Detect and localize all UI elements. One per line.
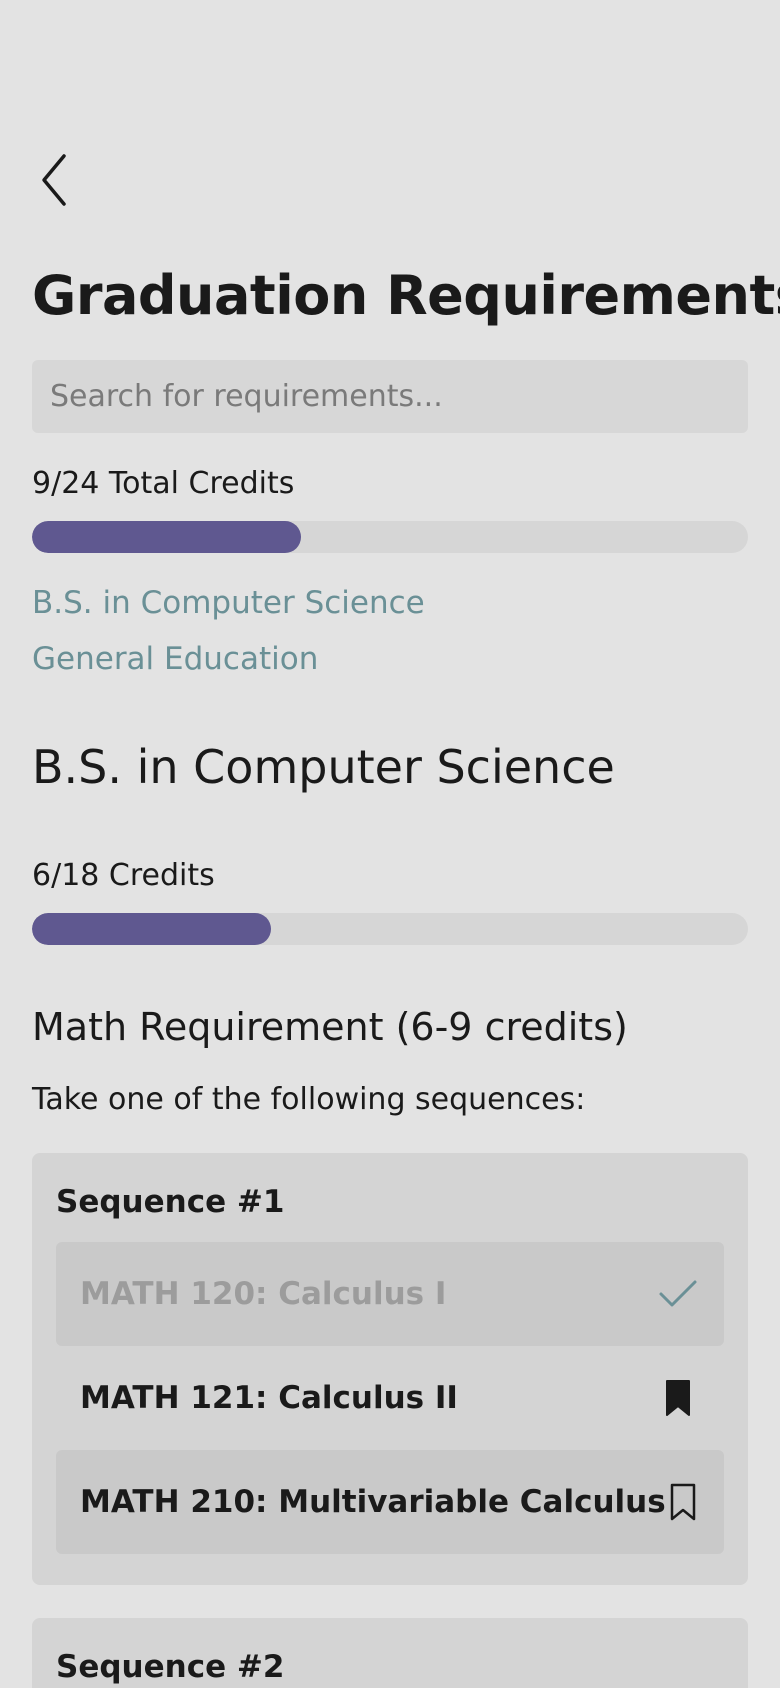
major-section-title: B.S. in Computer Science — [32, 740, 615, 794]
sequence-card: Sequence #2 — [32, 1618, 748, 1688]
bookmark-outline-icon[interactable] — [666, 1480, 700, 1524]
total-credits-label: 9/24 Total Credits — [32, 466, 295, 501]
sequence-card: Sequence #1 MATH 120: Calculus I MATH 12… — [32, 1153, 748, 1585]
back-button[interactable] — [32, 148, 92, 212]
math-requirement-title: Math Requirement (6-9 credits) — [32, 1005, 628, 1049]
graduation-requirements-screen: Graduation Requirements 9/24 Total Credi… — [0, 0, 780, 1688]
course-row-math-121[interactable]: MATH 121: Calculus II — [56, 1346, 724, 1450]
course-name: MATH 210: Multivariable Calculus — [80, 1484, 666, 1520]
search-bar[interactable] — [32, 360, 748, 433]
course-name: MATH 120: Calculus I — [80, 1276, 447, 1312]
sequence-title: Sequence #1 — [56, 1184, 285, 1220]
math-requirement-instructions: Take one of the following sequences: — [32, 1082, 586, 1117]
checkmark-icon — [656, 1272, 700, 1316]
total-credits-progress-fill — [32, 521, 301, 553]
total-credits-progress-bar — [32, 521, 748, 553]
search-input[interactable] — [48, 378, 732, 415]
course-row-math-210[interactable]: MATH 210: Multivariable Calculus — [56, 1450, 724, 1554]
section-link-computer-science[interactable]: B.S. in Computer Science — [32, 582, 425, 624]
course-name: MATH 121: Calculus II — [80, 1380, 458, 1416]
bookmark-filled-icon[interactable] — [656, 1376, 700, 1420]
major-credits-progress-fill — [32, 913, 271, 945]
chevron-left-icon — [42, 154, 66, 206]
major-credits-label: 6/18 Credits — [32, 858, 215, 893]
page-title: Graduation Requirements — [32, 264, 780, 327]
section-link-general-education[interactable]: General Education — [32, 638, 318, 680]
course-row-math-120[interactable]: MATH 120: Calculus I — [56, 1242, 724, 1346]
sequence-title: Sequence #2 — [56, 1649, 285, 1685]
major-credits-progress-bar — [32, 913, 748, 945]
